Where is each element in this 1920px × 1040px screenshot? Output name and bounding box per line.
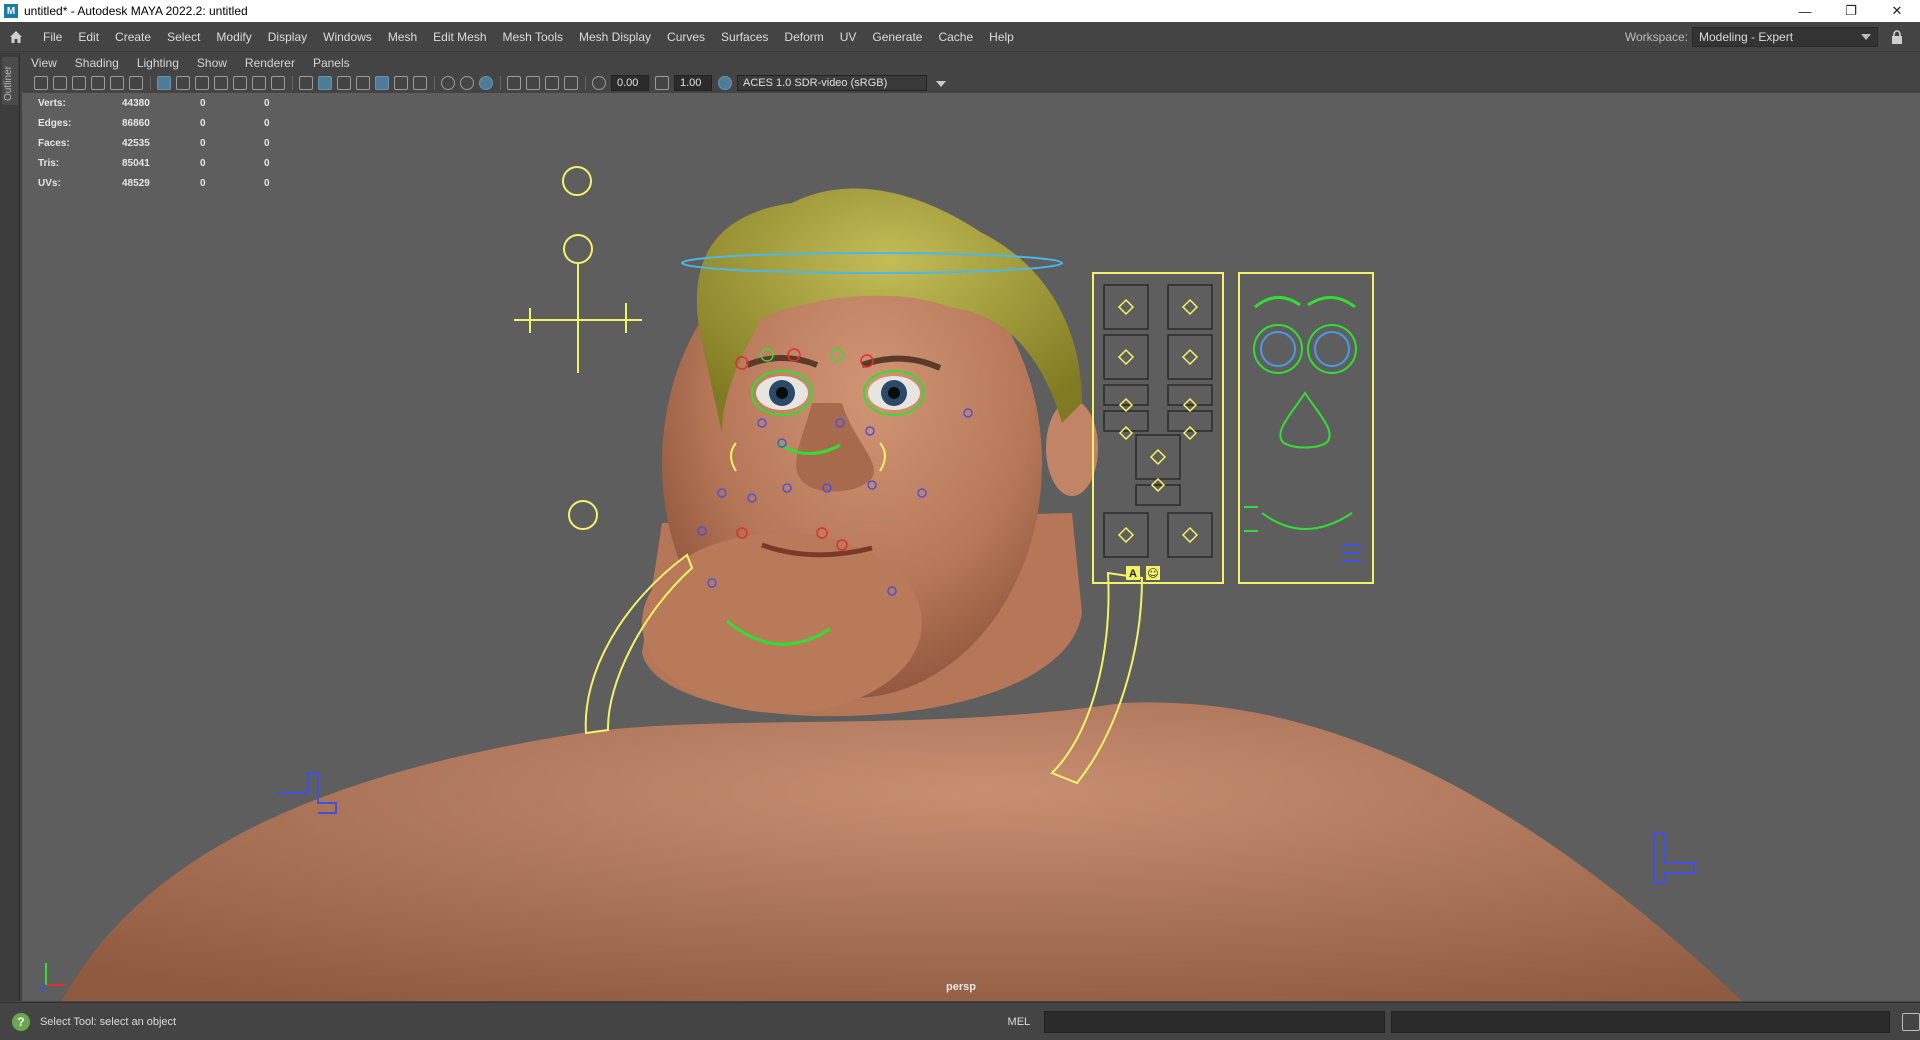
menu-edit-mesh[interactable]: Edit Mesh — [425, 22, 494, 52]
grid-icon[interactable] — [157, 76, 171, 90]
panel-menu-view[interactable]: View — [22, 56, 66, 70]
panel-menu-shading[interactable]: Shading — [66, 56, 128, 70]
menu-mesh-tools[interactable]: Mesh Tools — [495, 22, 571, 52]
select-camera-icon[interactable] — [34, 76, 48, 90]
menu-curves[interactable]: Curves — [659, 22, 713, 52]
camera-attributes-icon[interactable] — [53, 76, 67, 90]
smooth-shade-icon[interactable] — [318, 76, 332, 90]
default-material-icon[interactable] — [337, 76, 351, 90]
facial-picker-panel-right — [1238, 272, 1374, 584]
hud-row-faces: Faces: 42535 0 0 — [38, 137, 270, 149]
use-all-lights-icon[interactable] — [394, 76, 408, 90]
poly-count-hud: Verts: 44380 0 0 Edges: 86860 0 0 Faces:… — [38, 93, 294, 193]
command-result-field — [1391, 1010, 1891, 1033]
outliner-tab[interactable]: Outliner — [2, 57, 18, 105]
home-icon[interactable] — [3, 25, 29, 49]
textured-icon[interactable] — [375, 76, 389, 90]
restore-button[interactable]: ❐ — [1828, 0, 1874, 22]
menu-deform[interactable]: Deform — [776, 22, 831, 52]
workspace-dropdown[interactable]: Modeling - Expert — [1692, 27, 1878, 47]
film-gate-icon[interactable] — [176, 76, 190, 90]
main-menu-bar: File Edit Create Select Modify Display W… — [0, 22, 1920, 52]
gamma-icon[interactable] — [655, 76, 669, 90]
picker-button-face: ☺ — [1147, 567, 1158, 580]
screen-space-ao-icon[interactable] — [441, 76, 455, 90]
field-chart-icon[interactable] — [233, 76, 247, 90]
menu-select[interactable]: Select — [159, 22, 208, 52]
axis-gizmo-icon — [39, 963, 66, 992]
minimize-button[interactable]: — — [1782, 0, 1828, 22]
wireframe-on-shaded-icon[interactable] — [356, 76, 370, 90]
panel-menu-show[interactable]: Show — [188, 56, 236, 70]
bookmark-icon[interactable] — [72, 76, 86, 90]
hud-row-verts: Verts: 44380 0 0 — [38, 97, 270, 109]
hud-row-tris: Tris: 85041 0 0 — [38, 157, 270, 169]
color-management-icon[interactable] — [718, 76, 732, 90]
menu-windows[interactable]: Windows — [315, 22, 380, 52]
character-jowl — [642, 533, 922, 713]
isolate-select-icon[interactable] — [507, 76, 521, 90]
script-editor-icon[interactable] — [1902, 1012, 1920, 1031]
panel-menu-renderer[interactable]: Renderer — [236, 56, 304, 70]
hud-row-uvs: UVs: 48529 0 0 — [38, 177, 270, 189]
motion-blur-icon[interactable] — [460, 76, 474, 90]
outliner-strip: Outliner — [0, 53, 20, 1001]
workspace-selector: Workspace: Modeling - Expert — [1625, 22, 1906, 52]
script-language-toggle[interactable]: MEL — [1008, 1016, 1031, 1028]
menu-mesh-display[interactable]: Mesh Display — [571, 22, 659, 52]
2d-pan-zoom-icon[interactable] — [110, 76, 124, 90]
menu-display[interactable]: Display — [260, 22, 315, 52]
main-menu: File Edit Create Select Modify Display W… — [35, 22, 1022, 52]
outliner-tab-label: Outliner — [3, 65, 14, 101]
exposure-field[interactable]: 0.00 — [611, 75, 649, 91]
menu-uv[interactable]: UV — [832, 22, 865, 52]
anti-aliasing-icon[interactable] — [479, 76, 493, 90]
menu-help[interactable]: Help — [981, 22, 1022, 52]
menu-modify[interactable]: Modify — [208, 22, 259, 52]
panel-menu-bar: View Shading Lighting Show Renderer Pane… — [22, 53, 1920, 73]
character-ear — [1046, 400, 1098, 496]
safe-action-icon[interactable] — [252, 76, 266, 90]
panel-menu-panels[interactable]: Panels — [304, 56, 359, 70]
wireframe-icon[interactable] — [299, 76, 313, 90]
picker-button-a: A — [1129, 568, 1137, 580]
image-plane-icon[interactable] — [91, 76, 105, 90]
safe-title-icon[interactable] — [271, 76, 285, 90]
window-title: untitled* - Autodesk MAYA 2022.2: untitl… — [24, 4, 248, 18]
scene-render: A ☺ — [62, 166, 1742, 1001]
panel-menu-lighting[interactable]: Lighting — [128, 56, 188, 70]
menu-edit[interactable]: Edit — [70, 22, 107, 52]
menu-file[interactable]: File — [35, 22, 70, 52]
maya-app-icon: M — [4, 4, 18, 18]
command-line-input[interactable] — [1044, 1010, 1386, 1033]
menu-cache[interactable]: Cache — [930, 22, 981, 52]
lock-icon[interactable] — [1888, 27, 1906, 47]
grease-pencil-icon[interactable] — [129, 76, 143, 90]
exposure-icon[interactable] — [592, 76, 606, 90]
facial-picker-panel-left: A ☺ — [1092, 272, 1224, 584]
character-body — [62, 702, 1742, 1001]
help-icon: ? — [12, 1012, 30, 1031]
shadows-icon[interactable] — [413, 76, 427, 90]
menu-surfaces[interactable]: Surfaces — [713, 22, 776, 52]
camera-name-label: persp — [946, 981, 976, 993]
xray-joints-icon[interactable] — [545, 76, 559, 90]
xray-icon[interactable] — [526, 76, 540, 90]
hud-row-edges: Edges: 86860 0 0 — [38, 117, 270, 129]
help-line: ? Select Tool: select an object MEL — [0, 1002, 1920, 1040]
menu-create[interactable]: Create — [107, 22, 159, 52]
resolution-gate-icon[interactable] — [195, 76, 209, 90]
view-transform-dropdown[interactable]: ACES 1.0 SDR-video (sRGB) — [737, 75, 946, 91]
menu-generate[interactable]: Generate — [864, 22, 930, 52]
help-line-text: Select Tool: select an object — [39, 1015, 177, 1028]
panel-toolbar: 0.00 1.00 ACES 1.0 SDR-video (sRGB) — [22, 73, 1920, 93]
gamma-field[interactable]: 1.00 — [674, 75, 712, 91]
xray-components-icon[interactable] — [564, 76, 578, 90]
workspace-label: Workspace: — [1624, 30, 1688, 44]
gate-mask-icon[interactable] — [214, 76, 228, 90]
title-bar: M untitled* - Autodesk MAYA 2022.2: unti… — [0, 0, 1920, 22]
menu-mesh[interactable]: Mesh — [380, 22, 425, 52]
close-button[interactable]: ✕ — [1874, 0, 1920, 22]
viewport-persp[interactable]: A ☺ Verts: 44380 0 0 Edges: 86860 0 0 Fa… — [22, 93, 1920, 1001]
